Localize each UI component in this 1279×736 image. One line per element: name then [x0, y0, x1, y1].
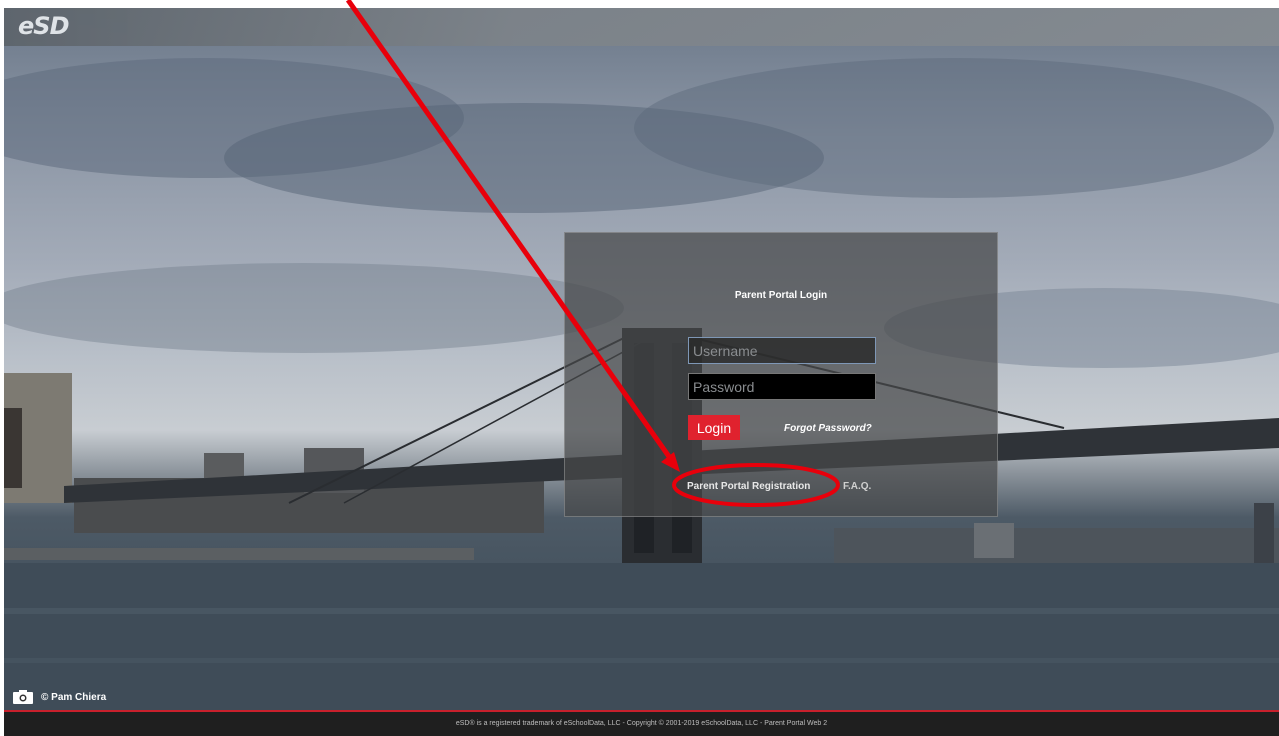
forgot-password-link[interactable]: Forgot Password?	[784, 423, 872, 434]
password-input[interactable]	[688, 373, 876, 400]
username-input[interactable]	[688, 337, 876, 364]
login-panel: Parent Portal Login Login Forgot Passwor…	[564, 232, 998, 517]
login-button[interactable]: Login	[688, 415, 740, 440]
photo-credit-text: © Pam Chiera	[41, 691, 107, 703]
parent-portal-registration-link[interactable]: Parent Portal Registration	[687, 481, 810, 492]
esd-logo[interactable]: eSD	[18, 12, 69, 40]
photo-credit: © Pam Chiera	[13, 690, 106, 704]
camera-icon[interactable]	[13, 690, 33, 704]
panel-title: Parent Portal Login	[734, 290, 828, 301]
footer-copyright: eSD® is a registered trademark of eSchoo…	[4, 712, 1279, 736]
top-bar: eSD	[4, 8, 1279, 46]
faq-link[interactable]: F.A.Q.	[843, 481, 871, 492]
